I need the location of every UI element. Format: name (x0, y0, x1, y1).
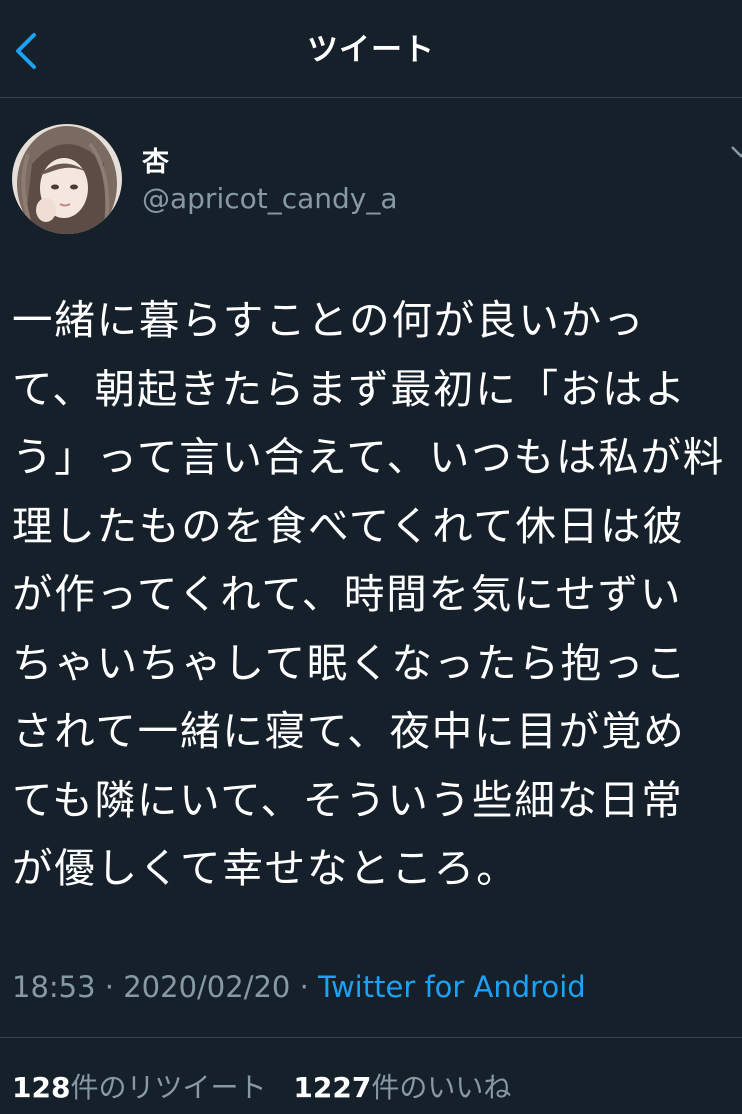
divider (0, 1037, 742, 1038)
avatar-image (12, 124, 122, 234)
author-name[interactable]: 杏 (142, 140, 169, 179)
meta-separator: · (95, 970, 124, 1004)
tweet-meta: 18:53 · 2020/02/20 · Twitter for Android (12, 970, 586, 1004)
chevron-down-icon (731, 146, 742, 158)
avatar[interactable] (12, 124, 122, 234)
more-options-button[interactable] (730, 144, 742, 163)
tweet-stats: 128件のリツイート 1227件のいいね (12, 1066, 529, 1106)
top-bar: ツイート (0, 0, 742, 98)
retweets-count: 128 (12, 1071, 71, 1104)
page-title: ツイート (307, 32, 435, 68)
tweet-date: 2020/02/20 (123, 970, 291, 1004)
tweet-text: 一緒に暮らすことの何が良いかっ て、朝起きたらまず最初に「おはよ う」って言い合… (12, 296, 726, 892)
retweets-stat[interactable]: 128件のリツイート (12, 1071, 266, 1104)
likes-label: 件のいいね (371, 1071, 512, 1104)
likes-stat[interactable]: 1227件のいいね (293, 1071, 511, 1104)
likes-count: 1227 (293, 1071, 372, 1104)
tweet-author: 杏 @apricot_candy_a (12, 124, 742, 236)
author-handle[interactable]: @apricot_candy_a (142, 182, 398, 215)
tweet-time: 18:53 (12, 970, 96, 1004)
retweets-label: 件のリツイート (70, 1071, 267, 1104)
tweet-source-link[interactable]: Twitter for Android (318, 970, 586, 1004)
meta-separator-2: · (290, 970, 319, 1004)
